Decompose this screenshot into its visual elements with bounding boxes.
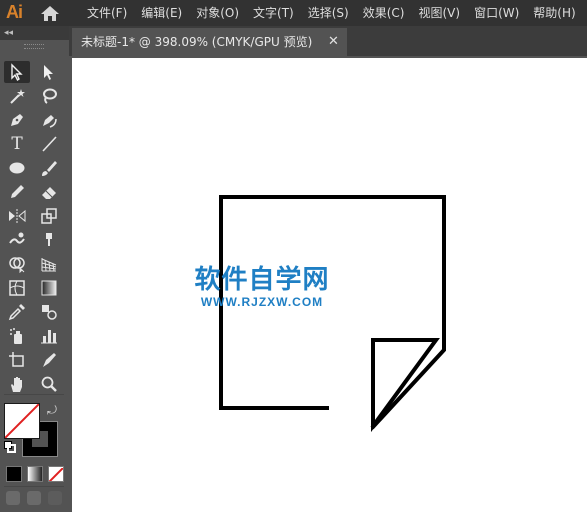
none-slash-icon	[49, 467, 63, 481]
draw-normal-icon[interactable]	[6, 491, 20, 505]
artboard-tool-icon[interactable]	[4, 349, 30, 371]
swap-fill-stroke-icon[interactable]: ⤾	[47, 403, 57, 418]
page-outline-path	[219, 195, 446, 430]
color-mode-button[interactable]	[6, 466, 22, 482]
blend-tool-icon[interactable]	[36, 301, 62, 323]
menu-type[interactable]: 文字(T)	[246, 0, 301, 26]
artboard-canvas[interactable]: 软件自学网 WWW.RJZXW.COM	[72, 58, 587, 512]
menu-file[interactable]: 文件(F)	[80, 0, 134, 26]
menu-effect[interactable]: 效果(C)	[356, 0, 412, 26]
toolbar-separator	[4, 394, 64, 395]
hand-tool-icon[interactable]	[4, 373, 30, 395]
shape-builder-tool-icon[interactable]	[4, 253, 30, 275]
rotate-tool-icon[interactable]	[4, 205, 30, 227]
paintbrush-tool-icon[interactable]	[36, 157, 62, 179]
collapse-panel-icon[interactable]: ◂◂	[4, 27, 13, 39]
puppet-warp-tool-icon[interactable]	[36, 229, 62, 251]
gradient-tool-icon[interactable]	[36, 277, 62, 299]
document-tab-bar: 未标题-1* @ 398.09% (CMYK/GPU 预览) ✕	[69, 26, 587, 56]
zoom-tool-icon[interactable]	[36, 373, 62, 395]
magic-wand-tool-icon[interactable]	[4, 85, 30, 107]
selection-tool-icon[interactable]	[4, 61, 30, 83]
watermark-title: 软件自学网	[194, 265, 330, 295]
menu-bar: Ai 文件(F) 编辑(E) 对象(O) 文字(T) 选择(S) 效果(C) 视…	[0, 0, 587, 26]
perspective-grid-tool-icon[interactable]	[36, 253, 62, 275]
type-tool-icon[interactable]: T	[4, 133, 30, 155]
default-fill-stroke-icon[interactable]	[4, 441, 16, 453]
warp-tool-icon[interactable]	[4, 229, 30, 251]
pencil-tool-icon[interactable]	[4, 181, 30, 203]
line-segment-tool-icon[interactable]	[36, 133, 62, 155]
none-mode-button[interactable]	[48, 466, 64, 482]
menu-window[interactable]: 窗口(W)	[467, 0, 526, 26]
menu-object[interactable]: 对象(O)	[189, 0, 246, 26]
fill-swatch[interactable]	[4, 403, 40, 439]
symbol-sprayer-tool-icon[interactable]	[4, 325, 30, 347]
watermark: 软件自学网 WWW.RJZXW.COM	[182, 265, 342, 309]
pen-tool-icon[interactable]	[4, 109, 30, 131]
eyedropper-tool-icon[interactable]	[4, 301, 30, 323]
menu-view[interactable]: 视图(V)	[411, 0, 467, 26]
home-icon[interactable]	[40, 5, 60, 22]
mesh-tool-icon[interactable]	[4, 277, 30, 299]
type-tool-glyph: T	[11, 134, 23, 154]
tools-panel: ◂◂ T ⤾	[0, 26, 69, 512]
gradient-mode-button[interactable]	[27, 466, 43, 482]
eraser-tool-icon[interactable]	[36, 181, 62, 203]
scale-tool-icon[interactable]	[36, 205, 62, 227]
draw-inside-icon[interactable]	[48, 491, 62, 505]
ellipse-tool-icon[interactable]	[4, 157, 30, 179]
lasso-tool-icon[interactable]	[36, 85, 62, 107]
close-tab-icon[interactable]: ✕	[328, 28, 339, 56]
folded-corner-path	[371, 338, 440, 433]
menu-help[interactable]: 帮助(H)	[526, 0, 582, 26]
column-graph-tool-icon[interactable]	[36, 325, 62, 347]
menu-edit[interactable]: 编辑(E)	[134, 0, 189, 26]
document-tab[interactable]: 未标题-1* @ 398.09% (CMYK/GPU 预览) ✕	[72, 28, 347, 56]
direct-selection-tool-icon[interactable]	[36, 61, 62, 83]
menu-select[interactable]: 选择(S)	[301, 0, 356, 26]
curvature-tool-icon[interactable]	[36, 109, 62, 131]
watermark-url: WWW.RJZXW.COM	[200, 295, 324, 309]
panel-grip[interactable]	[24, 44, 44, 49]
toolbar-separator-2	[4, 486, 64, 487]
none-color-slash-icon	[5, 404, 39, 438]
document-tab-title: 未标题-1* @ 398.09% (CMYK/GPU 预览)	[81, 35, 313, 49]
slice-tool-icon[interactable]	[36, 349, 62, 371]
app-logo: Ai	[6, 2, 23, 22]
draw-behind-icon[interactable]	[27, 491, 41, 505]
panel-header: ◂◂	[0, 26, 69, 40]
